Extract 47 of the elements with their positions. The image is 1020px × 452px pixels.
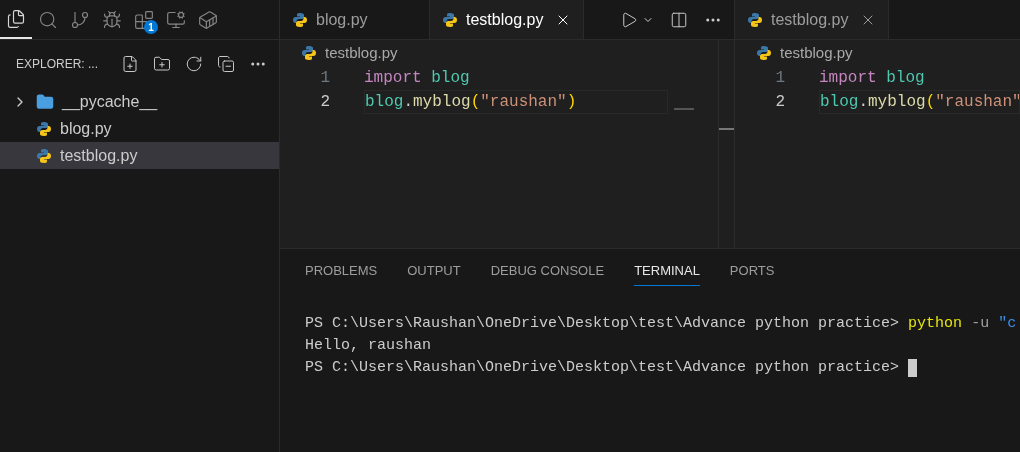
python-icon <box>36 147 52 164</box>
tree-item[interactable]: __pycache__ <box>0 88 279 115</box>
python-icon <box>747 11 763 28</box>
line-number: 2 <box>319 92 331 113</box>
search-icon <box>38 9 58 30</box>
editor-tab[interactable]: testblog.py <box>430 0 585 39</box>
panel-tab[interactable]: PROBLEMS <box>305 255 378 287</box>
python-icon <box>301 45 317 61</box>
line-number: 1 <box>774 68 786 89</box>
python-icon <box>442 11 458 28</box>
monitor-icon <box>166 9 186 30</box>
files-icon <box>6 8 26 29</box>
tree-item[interactable]: testblog.py <box>0 142 279 169</box>
python-icon <box>292 11 308 28</box>
panel-tab[interactable]: OUTPUT <box>407 255 461 287</box>
code-line: import blog <box>819 68 926 89</box>
split-editor-icon[interactable] <box>670 10 688 29</box>
line-number: 1 <box>319 68 331 89</box>
terminal-line: PS C:\Users\Raushan\OneDrive\Desktop\test\Advance python practice> python -u "c <box>305 314 1018 334</box>
breadcrumb[interactable]: testblog.py <box>780 41 853 65</box>
new-file-icon[interactable] <box>121 55 139 73</box>
breadcrumb[interactable]: testblog.py <box>325 41 398 65</box>
text-cursor <box>908 359 918 377</box>
refresh-icon[interactable] <box>185 55 203 73</box>
new-folder-icon[interactable] <box>153 55 171 73</box>
terminal-line: Hello, raushan <box>305 336 433 356</box>
editor-tab[interactable]: testblog.py <box>735 0 890 39</box>
collapse-icon[interactable] <box>217 55 235 73</box>
sidebar-title: EXPLORER: ... <box>16 56 99 73</box>
activity-tab[interactable]: 1 <box>128 0 160 39</box>
run-icon[interactable] <box>620 10 638 29</box>
panel-tab[interactable]: DEBUG CONSOLE <box>490 255 605 287</box>
python-icon <box>36 120 52 137</box>
folder-icon <box>36 92 54 111</box>
terminal-line: PS C:\Users\Raushan\OneDrive\Desktop\test\Advance python practice> <box>305 357 1020 379</box>
scrollbar[interactable] <box>718 40 734 248</box>
container-icon <box>198 9 218 30</box>
bug-icon <box>102 9 122 30</box>
branch-icon <box>70 9 90 30</box>
blocks-icon <box>134 9 154 30</box>
code-line: import blog <box>364 68 471 89</box>
panel-tab[interactable]: PORTS <box>729 255 775 287</box>
notification-badge: 1 <box>144 20 158 34</box>
line-number: 2 <box>774 92 786 113</box>
python-icon <box>756 45 772 61</box>
panel-tab[interactable]: TERMINAL <box>634 255 700 287</box>
tree-item[interactable]: blog.py <box>0 115 279 142</box>
